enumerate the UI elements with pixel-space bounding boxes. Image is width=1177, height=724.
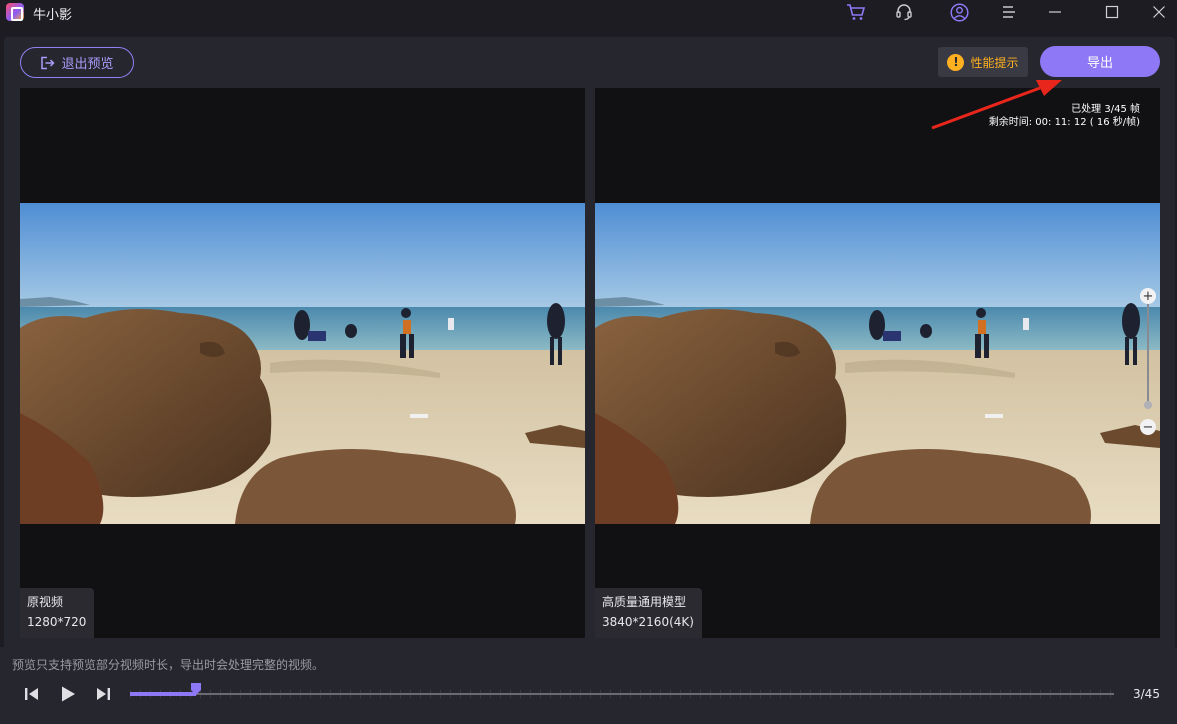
zoom-out-button[interactable]: − xyxy=(1140,419,1156,435)
timeline-handle[interactable] xyxy=(190,683,201,695)
performance-tip-button[interactable]: ! 性能提示 xyxy=(938,47,1028,77)
next-frame-icon[interactable] xyxy=(93,684,113,704)
original-video-pane: 原视频 1280*720 xyxy=(20,88,585,638)
previous-frame-icon[interactable] xyxy=(22,684,42,704)
export-button[interactable]: 导出 xyxy=(1040,46,1160,77)
warning-icon: ! xyxy=(947,53,965,71)
zoom-in-button[interactable]: + xyxy=(1140,288,1156,304)
exit-icon xyxy=(41,56,56,69)
enhanced-video-frame xyxy=(595,203,1160,524)
original-video-label: 原视频 1280*720 xyxy=(20,588,95,638)
original-video-frame xyxy=(20,203,585,524)
enhanced-video-label: 高质量通用模型 3840*2160(4K) xyxy=(595,588,702,638)
user-icon[interactable] xyxy=(949,2,969,22)
original-video-name: 原视频 xyxy=(27,595,64,609)
original-video-resolution: 1280*720 xyxy=(27,615,87,629)
exit-preview-button[interactable]: 退出预览 xyxy=(20,47,134,78)
headset-icon[interactable] xyxy=(894,2,914,22)
playback-bar: 预览只支持预览部分视频时长，导出时会处理完整的视频。 3/45 xyxy=(0,647,1177,724)
cart-icon[interactable] xyxy=(846,2,866,22)
minimize-icon[interactable] xyxy=(1035,0,1075,24)
processing-progress: 已处理 3/45 帧 剩余时间: 00: 11: 12 ( 16 秒/帧) xyxy=(989,103,1140,129)
zoom-slider-handle[interactable] xyxy=(1144,401,1152,409)
timeline-track[interactable] xyxy=(130,683,1114,698)
timeline-played xyxy=(130,692,196,696)
maximize-icon[interactable] xyxy=(1092,0,1132,24)
enhanced-video-pane: 已处理 3/45 帧 剩余时间: 00: 11: 12 ( 16 秒/帧) + … xyxy=(595,88,1160,638)
app-logo-icon xyxy=(6,3,24,21)
enhanced-video-resolution: 3840*2160(4K) xyxy=(602,615,694,629)
remaining-time-text: 剩余时间: 00: 11: 12 ( 16 秒/帧) xyxy=(988,117,1140,128)
export-label: 导出 xyxy=(1086,56,1113,71)
frame-counter: 3/45 xyxy=(1133,687,1160,701)
close-icon[interactable] xyxy=(1139,0,1177,24)
menu-icon[interactable] xyxy=(999,2,1019,22)
processed-frames-text: 已处理 3/45 帧 xyxy=(1071,104,1140,115)
preview-hint-text: 预览只支持预览部分视频时长，导出时会处理完整的视频。 xyxy=(12,658,325,672)
zoom-slider-track[interactable] xyxy=(1147,301,1149,409)
title-bar: 牛小影 xyxy=(0,0,1177,24)
timeline-rail xyxy=(130,693,1114,695)
enhanced-model-name: 高质量通用模型 xyxy=(602,595,687,609)
play-icon[interactable] xyxy=(58,684,78,704)
performance-tip-label: 性能提示 xyxy=(970,55,1019,70)
exit-preview-label: 退出预览 xyxy=(61,57,114,72)
app-title: 牛小影 xyxy=(33,8,73,23)
preview-workspace: 退出预览 ! 性能提示 导出 原视频 1280*720 已处理 3/45 帧 剩… xyxy=(4,37,1175,715)
